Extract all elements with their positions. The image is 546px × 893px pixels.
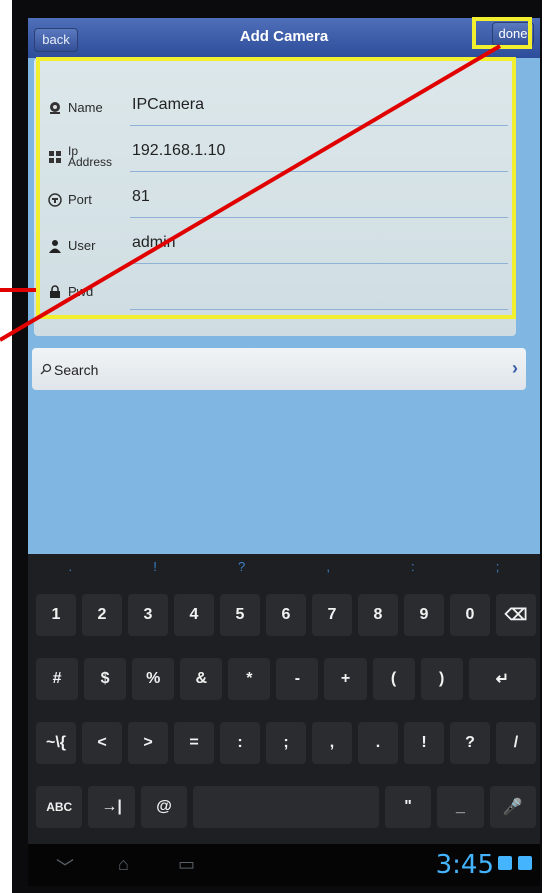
form-highlight-box	[36, 57, 516, 319]
key[interactable]: 9	[404, 594, 444, 636]
key[interactable]: 4	[174, 594, 214, 636]
top-nav-bar: back Add Camera done	[28, 18, 540, 58]
wifi-icon	[498, 856, 512, 870]
status-icons	[498, 856, 532, 870]
key-row-numbers: 1 2 3 4 5 6 7 8 9 0 ⌫	[36, 594, 536, 636]
abc-key[interactable]: ABC	[36, 786, 83, 828]
key[interactable]: =	[174, 722, 214, 764]
microphone-key[interactable]: 🎤	[489, 786, 537, 828]
key[interactable]: 1	[36, 594, 76, 636]
key[interactable]: :	[220, 722, 260, 764]
key[interactable]: ;	[266, 722, 306, 764]
key[interactable]: 3	[128, 594, 168, 636]
back-nav-icon[interactable]: ﹀	[56, 854, 74, 880]
at-key[interactable]: @	[140, 786, 188, 828]
home-nav-icon[interactable]: ⌂	[118, 854, 129, 875]
key[interactable]: &	[180, 658, 223, 700]
clock: 3:45	[435, 850, 494, 880]
hint-key[interactable]: :	[411, 554, 415, 582]
battery-icon	[518, 856, 532, 870]
key[interactable]: >	[128, 722, 168, 764]
key[interactable]: .	[358, 722, 398, 764]
key[interactable]: <	[82, 722, 122, 764]
key[interactable]: !	[404, 722, 444, 764]
key[interactable]: +	[324, 658, 367, 700]
backspace-key[interactable]: ⌫	[496, 594, 536, 636]
key[interactable]: )	[420, 658, 463, 700]
hint-key[interactable]: ;	[496, 554, 500, 582]
enter-key[interactable]: ↵	[468, 658, 537, 700]
hint-key[interactable]: ?	[238, 554, 245, 582]
space-key[interactable]	[193, 786, 379, 828]
key[interactable]: ,	[312, 722, 352, 764]
key[interactable]: -	[276, 658, 319, 700]
key[interactable]: 2	[82, 594, 122, 636]
soft-keyboard: . ! ? , : ; 1 2 3 4 5 6 7 8 9 0 ⌫ # $ % …	[28, 554, 540, 844]
suggestion-row: . ! ? , : ;	[28, 554, 540, 582]
key-row-symbols-2: ~\{ < > = : ; , . ! ? /	[36, 722, 536, 764]
page-title: Add Camera	[239, 28, 329, 45]
hint-key[interactable]: ,	[326, 554, 330, 582]
search-label: Search	[54, 362, 99, 378]
search-row[interactable]: Search ›	[32, 348, 526, 390]
key[interactable]: 8	[358, 594, 398, 636]
key[interactable]: /	[496, 722, 536, 764]
key[interactable]: *	[228, 658, 271, 700]
done-highlight-box	[472, 17, 532, 49]
key[interactable]: 7	[312, 594, 352, 636]
quote-key[interactable]: "	[384, 786, 432, 828]
key[interactable]: $	[84, 658, 127, 700]
recent-apps-icon[interactable]: ▭	[178, 854, 195, 875]
tab-key[interactable]: →|	[88, 786, 135, 828]
key-row-symbols-1: # $ % & * - + ( ) ↵	[36, 658, 537, 700]
key[interactable]: (	[372, 658, 415, 700]
chevron-right-icon: ›	[512, 358, 518, 378]
key[interactable]: #	[36, 658, 79, 700]
key[interactable]: %	[132, 658, 175, 700]
search-icon	[40, 362, 52, 375]
key[interactable]: 6	[266, 594, 306, 636]
underscore-key[interactable]: _	[437, 786, 484, 828]
hint-key[interactable]: !	[153, 554, 157, 582]
key[interactable]: 5	[220, 594, 260, 636]
hint-key[interactable]: .	[69, 554, 73, 582]
key[interactable]: 0	[450, 594, 490, 636]
key[interactable]: ~\{	[36, 722, 76, 764]
key-row-bottom: ABC →| @ " _ 🎤	[36, 786, 537, 828]
key[interactable]: ?	[450, 722, 490, 764]
system-nav-bar: ﹀ ⌂ ▭ 3:45	[28, 844, 540, 886]
